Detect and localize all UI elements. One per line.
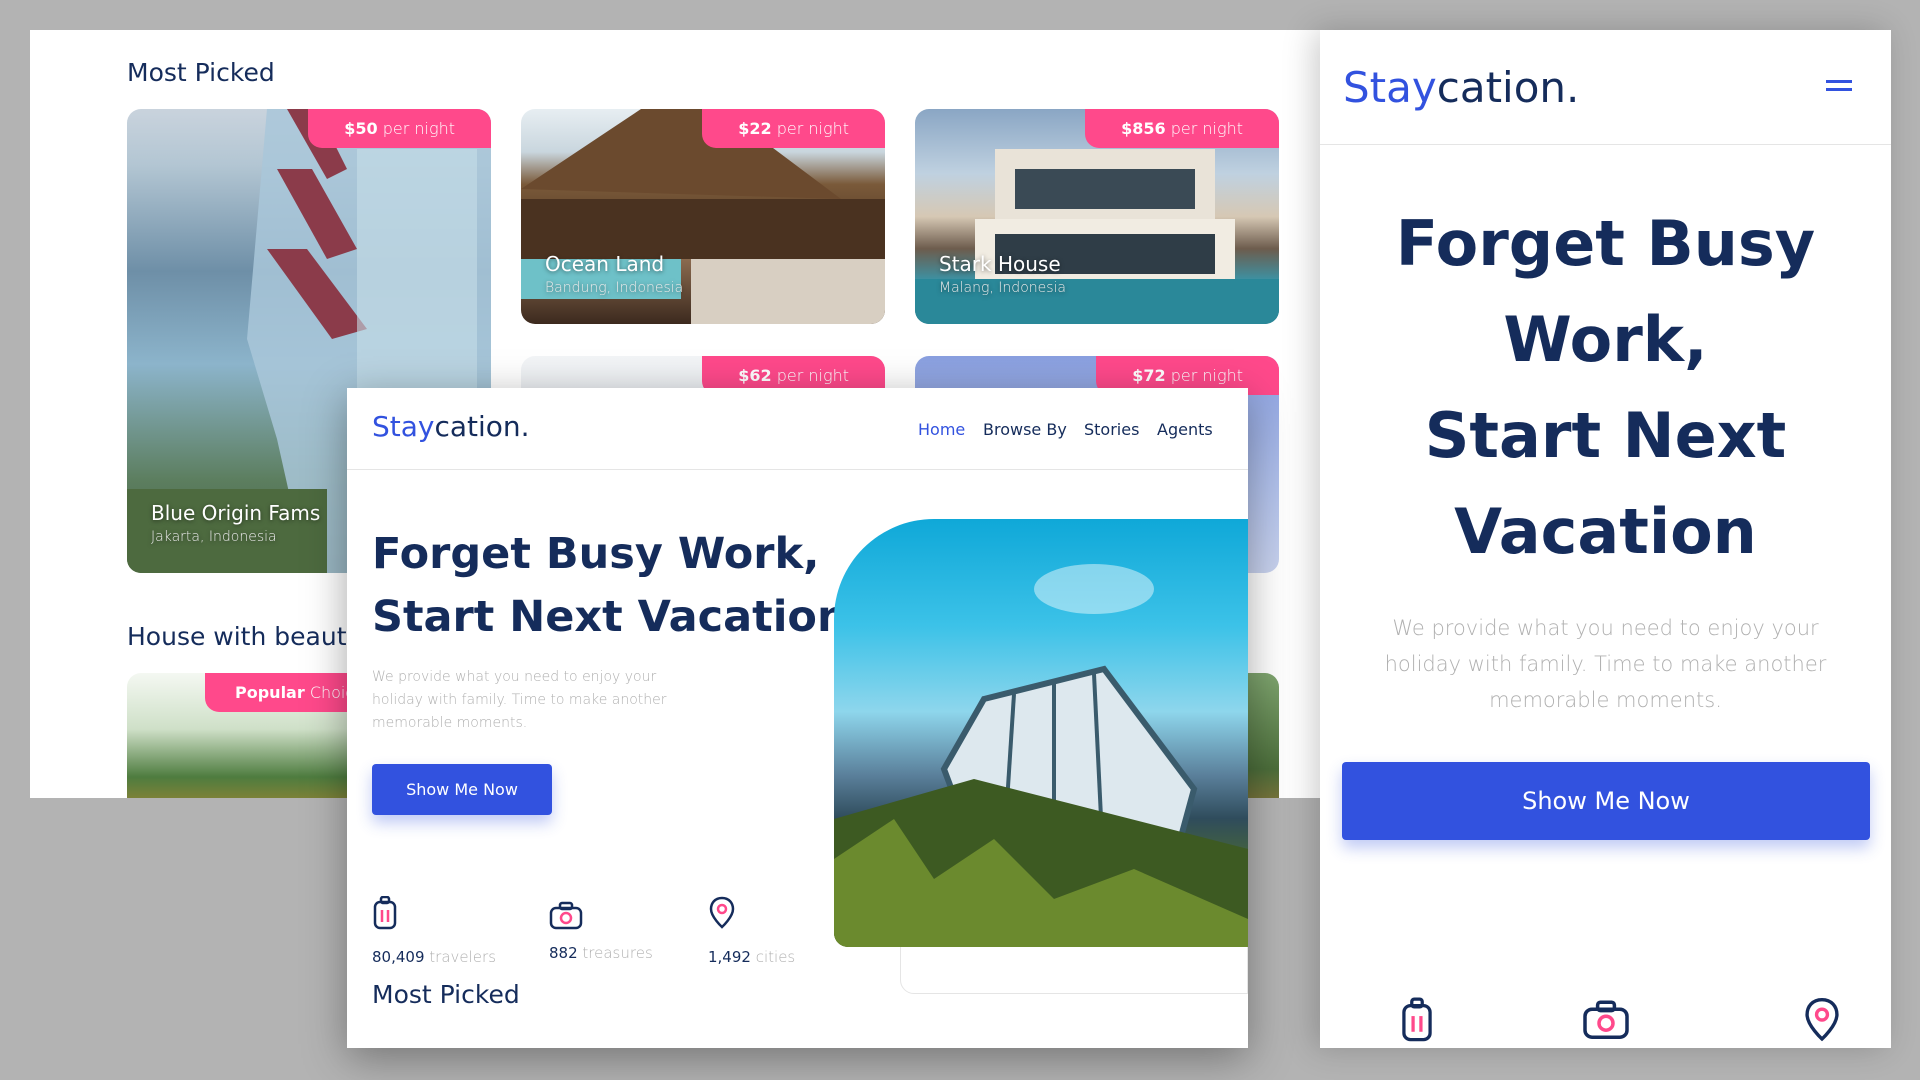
most-picked-title: Most Picked — [372, 980, 520, 1009]
stat-treasures: 882 treasures — [549, 896, 653, 962]
mobile-home-panel: Staycation. Forget Busy Work, Start Next… — [1320, 30, 1891, 1048]
property-location: Jakarta, Indonesia — [151, 529, 277, 545]
hero-title: Forget Busy Work, Start Next Vacation — [1395, 207, 1816, 568]
show-me-now-button[interactable]: Show Me Now — [372, 764, 552, 815]
price-tag: $50 per night — [308, 109, 491, 148]
property-card-stark-house[interactable]: $856 per night Stark House Malang, Indon… — [915, 109, 1279, 324]
logo[interactable]: Staycation. — [372, 410, 530, 443]
nav-stories[interactable]: Stories — [1084, 420, 1139, 439]
property-name: Stark House — [939, 252, 1061, 276]
property-location: Bandung, Indonesia — [545, 280, 684, 296]
logo[interactable]: Staycation. — [1343, 63, 1579, 112]
header-divider — [1320, 144, 1891, 145]
glass-cabin-illustration — [834, 564, 1248, 947]
house-section-title: House with beauty — [127, 622, 362, 651]
hero-subtitle: We provide what you need to enjoy your h… — [1384, 616, 1827, 712]
camera-icon — [549, 901, 583, 930]
most-picked-title: Most Picked — [127, 58, 275, 87]
hero-title: Forget Busy Work, Start Next Vacation — [372, 529, 848, 642]
hero-image — [834, 519, 1248, 947]
property-location: Malang, Indonesia — [939, 280, 1067, 296]
property-card-ocean-land[interactable]: $22 per night Ocean Land Bandung, Indone… — [521, 109, 885, 324]
header-divider — [347, 469, 1248, 470]
luggage-icon — [373, 895, 397, 930]
price-tag: $856 per night — [1085, 109, 1279, 148]
location-pin-icon — [1805, 997, 1839, 1042]
nav-agents[interactable]: Agents — [1157, 420, 1213, 439]
nav-home[interactable]: Home — [918, 420, 965, 439]
camera-icon — [1583, 1000, 1629, 1039]
nav-browse-by[interactable]: Browse By — [983, 420, 1067, 439]
location-pin-icon — [709, 896, 735, 929]
luggage-icon — [1402, 997, 1432, 1042]
price-tag: $22 per night — [702, 109, 885, 148]
hero-subtitle: We provide what you need to enjoy your h… — [372, 669, 667, 731]
stat-cities: 1,492 cities — [708, 896, 795, 966]
desktop-home-panel: Staycation. Home Browse By Stories Agent… — [347, 388, 1248, 1048]
hamburger-menu-icon[interactable] — [1826, 80, 1852, 94]
stat-travelers: 80,409 travelers — [372, 895, 496, 966]
property-name: Ocean Land — [545, 252, 665, 276]
show-me-now-button[interactable]: Show Me Now — [1342, 762, 1870, 840]
property-name: Blue Origin Fams — [151, 501, 321, 525]
